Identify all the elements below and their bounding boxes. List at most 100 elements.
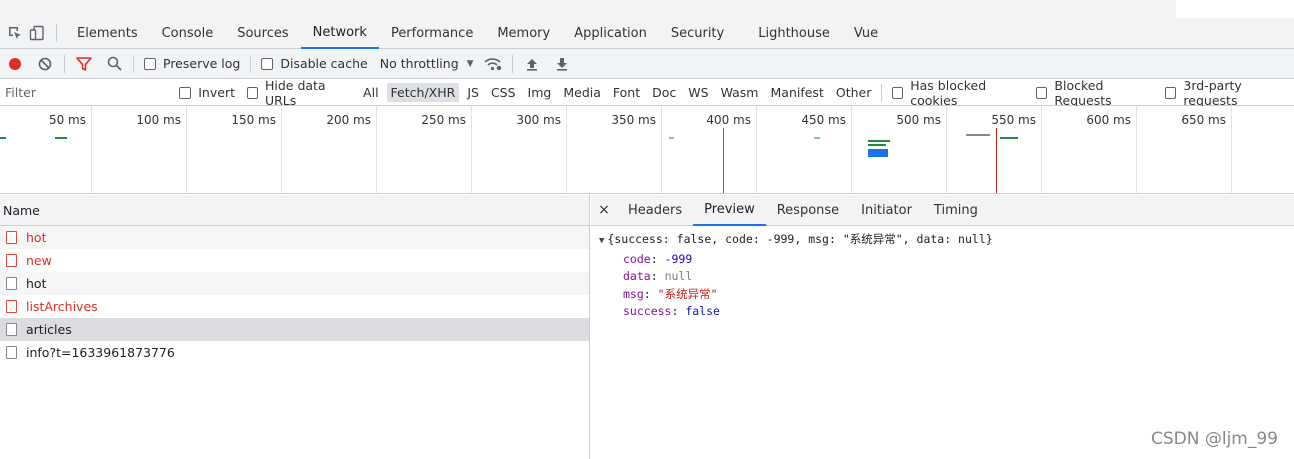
toolbar-separator [133,54,134,73]
filter-type-media[interactable]: Media [559,83,605,102]
timeline-tick-label: 50 ms [48,113,86,127]
property-value: null [664,269,693,283]
request-detail-pane: × Headers Preview Response Initiator Timing … [591,195,1294,459]
tab-application[interactable]: Application [562,18,659,49]
throttling-value: No throttling [379,56,459,71]
preserve-log-checkbox[interactable]: Preserve log [144,56,240,71]
timeline-tick: 550 ms [947,106,1042,193]
blocked-requests-label: Blocked Requests [1054,77,1112,108]
throttling-select[interactable]: No throttling ▼ [380,56,474,71]
toolbar-separator [511,54,513,73]
device-toolbar-icon[interactable] [26,22,48,44]
filter-type-doc[interactable]: Doc [648,83,680,102]
invert-checkbox[interactable]: Invert [179,85,235,100]
tab-headers[interactable]: Headers [617,195,693,226]
timeline-bar [0,137,6,139]
timeline-tick: 150 ms [187,106,282,193]
table-row[interactable]: new [0,249,589,272]
checkbox-box[interactable] [1036,86,1048,99]
request-name: hot [26,230,47,245]
network-conditions-icon[interactable] [478,49,508,79]
filter-type-ws[interactable]: WS [684,83,712,102]
filter-type-img[interactable]: Img [524,83,556,102]
timeline-tick-label: 550 ms [991,113,1036,127]
preview-properties: code: -999 data: null msg: "系统异常" success: … [599,251,1294,321]
timeline-tick: 600 ms [1042,106,1137,193]
checkbox-box[interactable] [247,86,258,99]
property-key: msg [623,286,644,301]
tab-timing[interactable]: Timing [923,195,989,226]
detail-tabs: × Headers Preview Response Initiator Timing [591,195,1294,226]
tab-network[interactable]: Network [300,18,379,49]
checkbox-box[interactable] [261,57,274,70]
timeline-tick-label: 650 ms [1181,113,1226,127]
table-row[interactable]: info?t=1633961873776 [0,341,589,364]
table-row[interactable]: hot [0,226,589,249]
tab-vue[interactable]: Vue [842,18,890,49]
tab-sources[interactable]: Sources [225,18,300,49]
inspect-element-icon[interactable] [4,22,26,44]
filter-type-other[interactable]: Other [832,83,876,102]
hide-data-urls-checkbox[interactable]: Hide data URLs [247,78,351,108]
timeline-bar [966,134,990,136]
has-blocked-cookies-checkbox[interactable]: Has blocked cookies [892,78,1024,108]
filter-type-all[interactable]: All [359,83,383,102]
filter-type-css[interactable]: CSS [487,83,520,102]
disable-cache-checkbox[interactable]: Disable cache [261,56,368,71]
expand-triangle-icon[interactable]: ▼ [599,236,604,246]
filter-type-wasm[interactable]: Wasm [717,83,763,102]
tab-security[interactable]: Security [659,18,736,49]
filter-type-fetch-xhr[interactable]: Fetch/XHR [386,83,460,102]
name-column-header[interactable]: Name [0,195,589,226]
checkbox-box[interactable] [1165,86,1177,99]
tab-elements[interactable]: Elements [65,18,150,49]
filter-type-font[interactable]: Font [609,83,644,102]
filter-input[interactable] [0,81,166,104]
hide-data-urls-label: Hide data URLs [264,77,326,108]
checkbox-box[interactable] [179,86,192,99]
filter-icon[interactable] [69,49,99,79]
blocked-requests-checkbox[interactable]: Blocked Requests [1036,78,1153,108]
checkbox-box[interactable] [144,57,156,70]
toolbar-separator [250,54,252,73]
timeline-overview[interactable]: 70 650 ms 600 ms 550 ms 500 ms 450 ms 400 ms 35… [0,106,1294,194]
file-icon [6,346,17,359]
tab-lighthouse[interactable]: Lighthouse [746,18,842,49]
request-list: Name hot new hot listArchives articles info?t… [0,195,590,459]
table-row[interactable]: articles [0,318,589,341]
tab-initiator[interactable]: Initiator [850,195,923,226]
timeline-bar [868,144,886,146]
preview-summary[interactable]: ▼ {success: false, code: -999, msg: "系统异常… [599,231,1294,251]
search-icon[interactable] [99,49,129,79]
window-top-strip-right [1176,0,1294,18]
filter-type-js[interactable]: JS [463,83,483,102]
timeline-tick: 70 [1232,106,1294,193]
timeline-tick-label: 100 ms [136,113,181,127]
timeline-tick: 400 ms [662,106,757,193]
timeline-tick-label: 200 ms [326,113,371,127]
file-icon [6,277,17,290]
timeline-tick-label: 250 ms [421,113,466,127]
export-har-icon[interactable] [547,49,577,79]
request-name: info?t=1633961873776 [26,345,175,360]
timeline-tick-label: 600 ms [1086,113,1131,127]
table-row[interactable]: listArchives [0,295,589,318]
close-icon[interactable]: × [591,202,617,218]
table-row[interactable]: hot [0,272,589,295]
tab-console[interactable]: Console [150,18,226,49]
timeline-bar [55,137,67,139]
name-header-label: Name [3,202,40,218]
tab-performance[interactable]: Performance [379,18,485,49]
clear-icon[interactable] [30,49,60,79]
checkbox-box[interactable] [892,86,904,99]
record-button[interactable] [0,49,30,79]
watermark: CSDN @ljm_99 [1150,429,1278,449]
import-har-icon[interactable] [517,49,547,79]
filter-type-manifest[interactable]: Manifest [767,83,828,102]
tab-memory[interactable]: Memory [485,18,562,49]
window-top-strip [0,0,1176,18]
third-party-checkbox[interactable]: 3rd-party requests [1165,78,1288,108]
tab-response[interactable]: Response [766,195,850,226]
tab-preview[interactable]: Preview [693,195,766,226]
timeline-tick: 350 ms [567,106,662,193]
